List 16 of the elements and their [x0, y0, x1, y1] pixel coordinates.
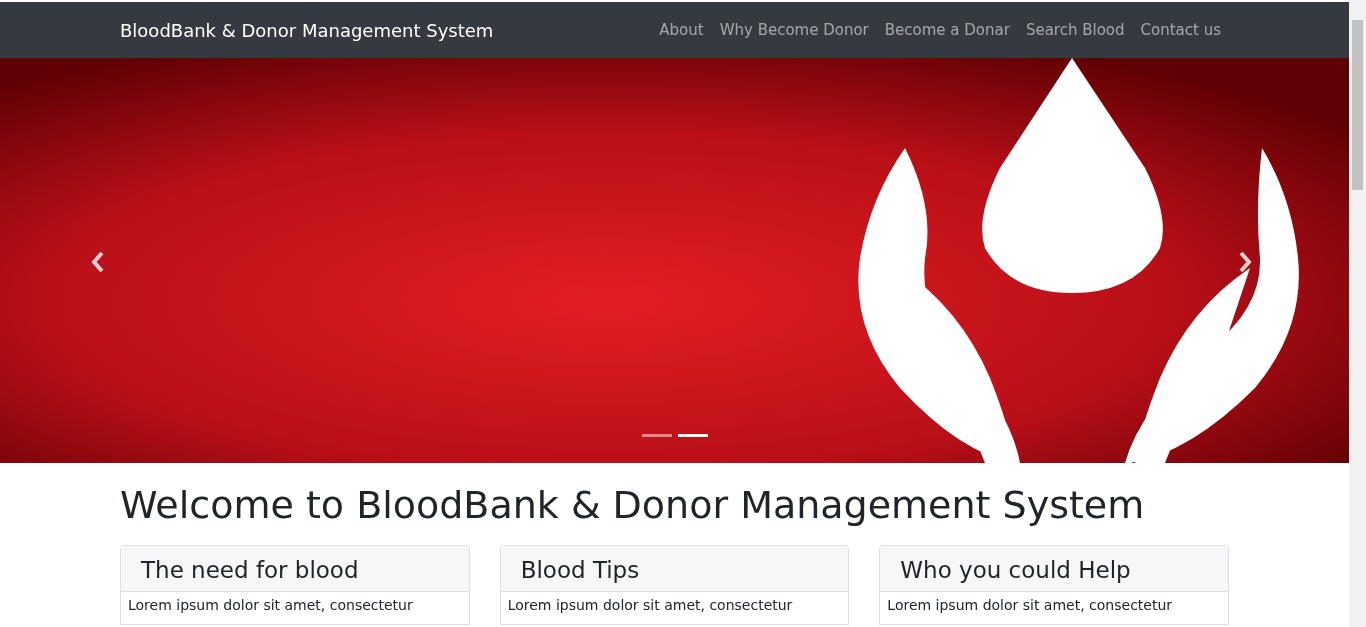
nav-link[interactable]: Search Blood [1025, 18, 1125, 42]
nav-link[interactable]: Why Become Donor [719, 18, 869, 42]
brand-link[interactable]: BloodBank & Donor Management System [120, 16, 494, 44]
card-header: The need for blood [121, 546, 469, 592]
carousel-indicator[interactable] [642, 434, 672, 437]
card-text: Lorem ipsum dolor sit amet, consectetur [886, 596, 1174, 615]
nav-link[interactable]: Become a Donar [884, 18, 1010, 42]
card-text: Lorem ipsum dolor sit amet, consectetur [127, 596, 414, 615]
scrollbar[interactable] [1349, 0, 1366, 627]
card-header: Blood Tips [500, 546, 849, 592]
nav-link[interactable]: About [659, 18, 704, 42]
card-text: Lorem ipsum dolor sit amet, consectetur [506, 596, 794, 615]
carousel-indicator[interactable] [678, 434, 708, 437]
card-header: Who you could Help [880, 546, 1228, 592]
page-heading: Welcome to BloodBank & Donor Management System [120, 482, 1146, 529]
nav-link[interactable]: Contact us [1140, 18, 1221, 42]
